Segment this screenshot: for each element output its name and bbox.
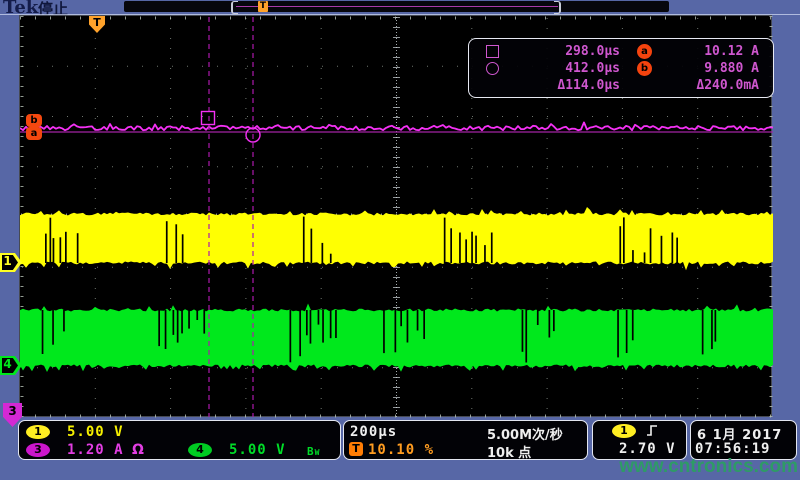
cursor-a-marker-icon: a	[26, 127, 42, 140]
rising-edge-icon	[645, 423, 660, 438]
channel4-badge: 4	[188, 443, 212, 457]
cursor-a-row: 298.0µs a 10.12 A	[469, 43, 773, 60]
trigger-settings-box: 1 2.70 V	[592, 420, 687, 460]
sample-rate: 5.00M次/秒	[487, 424, 563, 443]
cursor-delta-row: Δ114.0µs Δ240.0mA	[469, 77, 773, 94]
cursor-b-circle-icon	[486, 62, 499, 75]
cursor-b-marker-icon: b	[26, 114, 42, 127]
bw-main: B	[307, 445, 315, 458]
horizontal-settings-box: 200µs 5.00M次/秒 T 10.10 % 10k 点	[343, 420, 588, 460]
trigger-position-badge-icon: T	[349, 442, 363, 456]
bw-sub: W	[315, 448, 321, 457]
cursor-a-square-icon	[486, 45, 499, 58]
trigger-source-badge: 1	[612, 424, 636, 438]
cursor-b-badge: b	[637, 61, 652, 76]
channel4-position-marker: 4	[0, 356, 22, 375]
record-length: 10k 点	[487, 442, 531, 461]
channel1-scale: 5.00 V	[67, 424, 124, 440]
datetime-box: 6 1月 2017 07:56:19	[690, 420, 797, 460]
time-display: 07:56:19	[695, 441, 770, 457]
channel4-marker-label: 4	[0, 357, 15, 371]
record-view-bar: T	[124, 1, 669, 12]
channel4-bandwidth-indicator: BW	[307, 445, 320, 458]
cursor-b-time: 412.0µs	[524, 60, 620, 77]
cursor-delta-value: Δ240.0mA	[654, 77, 759, 94]
cursor-b-value: 9.880 A	[654, 60, 759, 77]
cursor-a-value: 10.12 A	[654, 43, 759, 60]
record-waveform-preview	[236, 6, 558, 7]
record-trigger-marker-icon: T	[258, 1, 268, 12]
channel1-marker-label: 1	[0, 254, 15, 268]
cursor-b-row: 412.0µs b 9.880 A	[469, 60, 773, 77]
channel1-position-marker: 1	[0, 253, 22, 272]
record-window-right-bracket	[554, 1, 561, 14]
trigger-level: 2.70 V	[619, 441, 676, 457]
oscilloscope-screen: Tek 停止 T T b a 1 4 3 298.0µs a 10.12 A 4…	[0, 0, 800, 480]
channel3-coupling-ohm: Ω	[132, 442, 144, 458]
cursor-delta-time: Δ114.0µs	[524, 77, 620, 94]
trigger-position-percent: 10.10 %	[368, 442, 434, 458]
channel1-badge: 1	[26, 425, 50, 439]
cursor-a-badge: a	[637, 44, 652, 59]
channel-settings-box: 1 5.00 V 3 1.20 A Ω 4 5.00 V BW	[18, 420, 341, 460]
time-scale: 200µs	[350, 424, 397, 440]
record-window-left-bracket	[231, 1, 238, 14]
channel4-scale: 5.00 V	[229, 442, 286, 458]
watermark-text: www.cntronics.com	[619, 456, 798, 478]
cursor-readout-box: 298.0µs a 10.12 A 412.0µs b 9.880 A Δ114…	[468, 38, 774, 98]
channel3-badge: 3	[26, 443, 50, 457]
cursor-a-time: 298.0µs	[524, 43, 620, 60]
channel3-scale: 1.20 A	[67, 442, 124, 458]
